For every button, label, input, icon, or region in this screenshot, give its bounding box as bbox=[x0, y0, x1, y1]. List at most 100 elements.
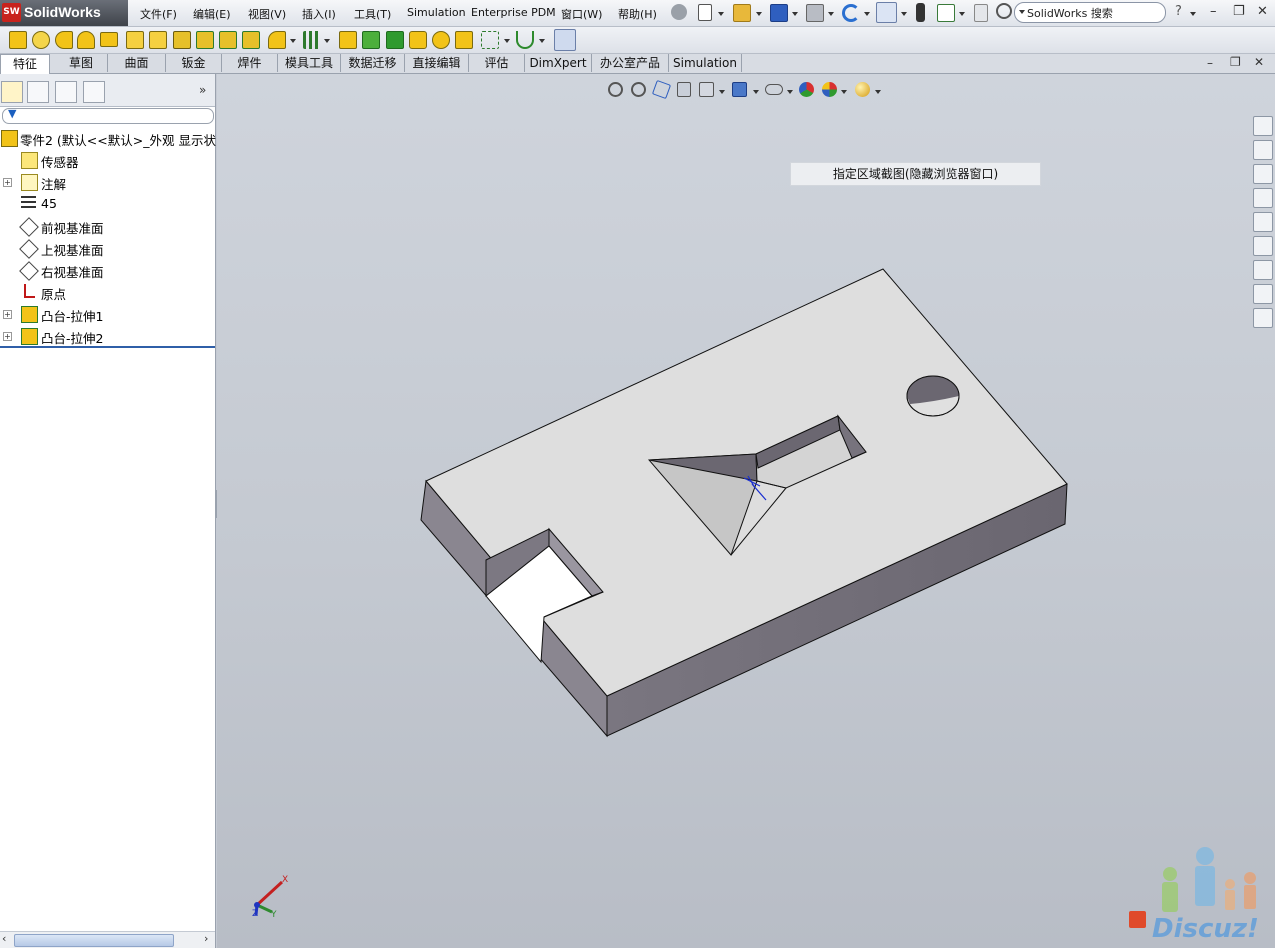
restore-document-icon[interactable]: ❐ bbox=[1230, 55, 1241, 69]
tab-features[interactable]: 特征 bbox=[0, 54, 50, 74]
hole-wizard-icon[interactable] bbox=[149, 31, 167, 49]
instant3d-icon[interactable] bbox=[554, 29, 576, 51]
open-dropdown-icon[interactable] bbox=[756, 12, 762, 16]
lofted-cut-icon[interactable] bbox=[219, 31, 237, 49]
reference-geometry-icon[interactable] bbox=[481, 31, 499, 49]
extruded-cut-icon[interactable] bbox=[126, 31, 144, 49]
help-dropdown-icon[interactable] bbox=[1190, 12, 1196, 16]
options-dropdown-icon[interactable] bbox=[959, 12, 965, 16]
property-manager-tab-icon[interactable] bbox=[27, 81, 49, 103]
menu-file[interactable]: 文件(F) bbox=[140, 6, 177, 22]
tree-item-extrude-2[interactable]: + 凸台-拉伸2 bbox=[0, 326, 215, 348]
menu-tools[interactable]: 工具(T) bbox=[354, 6, 391, 22]
wrap-icon[interactable] bbox=[409, 31, 427, 49]
restore-app-icon[interactable]: ❐ bbox=[1233, 4, 1245, 19]
menu-simulation[interactable]: Simulation bbox=[407, 6, 466, 19]
linear-pattern-icon[interactable] bbox=[303, 31, 321, 49]
tab-data-migration[interactable]: 数据迁移 bbox=[341, 54, 405, 72]
menu-help[interactable]: 帮助(H) bbox=[618, 6, 657, 22]
search-input[interactable]: SolidWorks 搜索 bbox=[1014, 2, 1166, 23]
undo-dropdown-icon[interactable] bbox=[864, 12, 870, 16]
expand-icon[interactable]: + bbox=[3, 332, 12, 341]
save-dropdown-icon[interactable] bbox=[792, 12, 798, 16]
scroll-thumb[interactable] bbox=[14, 934, 174, 947]
tab-sheet-metal[interactable]: 钣金 bbox=[166, 54, 222, 72]
swept-cut-icon[interactable] bbox=[196, 31, 214, 49]
tree-item-top-plane[interactable]: 上视基准面 bbox=[0, 238, 215, 259]
tab-dimxpert[interactable]: DimXpert bbox=[525, 54, 592, 72]
menu-edit[interactable]: 编辑(E) bbox=[193, 6, 231, 22]
print-dropdown-icon[interactable] bbox=[828, 12, 834, 16]
new-document-icon[interactable] bbox=[698, 4, 712, 21]
tree-item-front-plane[interactable]: 前视基准面 bbox=[0, 216, 215, 237]
new-dropdown-icon[interactable] bbox=[718, 12, 724, 16]
swept-boss-icon[interactable] bbox=[55, 31, 73, 49]
extruded-boss-icon[interactable] bbox=[9, 31, 27, 49]
tree-item-extrude-1[interactable]: + 凸台-拉伸1 bbox=[0, 304, 215, 324]
search-dropdown-icon[interactable] bbox=[1019, 10, 1025, 14]
lofted-boss-icon[interactable] bbox=[77, 31, 95, 49]
boundary-cut-icon[interactable] bbox=[242, 31, 260, 49]
expand-icon[interactable]: + bbox=[3, 310, 12, 319]
revolved-boss-icon[interactable] bbox=[32, 31, 50, 49]
dome-icon[interactable] bbox=[432, 31, 450, 49]
expand-icon[interactable]: + bbox=[3, 178, 12, 187]
part-model[interactable]: X Y Z Discuz! bbox=[217, 74, 1275, 948]
fillet-dropdown-icon[interactable] bbox=[290, 39, 296, 43]
select-cursor-icon[interactable] bbox=[876, 2, 897, 23]
revolved-cut-icon[interactable] bbox=[173, 31, 191, 49]
tree-item-right-plane[interactable]: 右视基准面 bbox=[0, 260, 215, 281]
menu-enterprise-pdm[interactable]: Enterprise PDM bbox=[471, 6, 556, 19]
rebuild-traffic-light-icon[interactable] bbox=[916, 3, 925, 22]
tab-weldments[interactable]: 焊件 bbox=[222, 54, 278, 72]
curves-dropdown-icon[interactable] bbox=[539, 39, 545, 43]
pin-icon[interactable] bbox=[671, 4, 687, 20]
expand-panel-icon[interactable]: » bbox=[199, 83, 206, 97]
tree-item-material[interactable]: 45 bbox=[0, 194, 215, 214]
print-icon[interactable] bbox=[806, 4, 824, 22]
tab-surfaces[interactable]: 曲面 bbox=[108, 54, 166, 72]
tree-item-origin[interactable]: 原点 bbox=[0, 282, 215, 302]
close-document-icon[interactable]: ✕ bbox=[1254, 55, 1264, 69]
pattern-dropdown-icon[interactable] bbox=[324, 39, 330, 43]
dimxpert-manager-tab-icon[interactable] bbox=[83, 81, 105, 103]
menu-insert[interactable]: 插入(I) bbox=[302, 6, 336, 22]
menu-view[interactable]: 视图(V) bbox=[248, 6, 286, 22]
minimize-document-icon[interactable]: – bbox=[1207, 56, 1213, 70]
tab-simulation[interactable]: Simulation bbox=[669, 54, 742, 72]
minimize-app-icon[interactable]: – bbox=[1210, 4, 1217, 19]
undo-icon[interactable] bbox=[842, 4, 860, 22]
search-icon[interactable] bbox=[996, 3, 1012, 19]
graphics-area[interactable]: 指定区域截图(隐藏浏览器窗口) X Y Z Discuz! bbox=[217, 74, 1275, 948]
boundary-boss-icon[interactable] bbox=[100, 32, 118, 47]
tree-filter-input[interactable]: ▼ bbox=[2, 107, 214, 124]
rib-icon[interactable] bbox=[339, 31, 357, 49]
tab-evaluate[interactable]: 评估 bbox=[469, 54, 525, 72]
tab-direct-editing[interactable]: 直接编辑 bbox=[405, 54, 469, 72]
mirror-icon[interactable] bbox=[455, 31, 473, 49]
solidworks-logo[interactable]: SW SolidWorks bbox=[0, 0, 128, 26]
select-dropdown-icon[interactable] bbox=[901, 12, 907, 16]
scroll-right-icon[interactable]: › bbox=[204, 932, 208, 945]
tree-item-sensors[interactable]: 传感器 bbox=[0, 150, 215, 170]
fillet-icon[interactable] bbox=[268, 31, 286, 49]
feature-manager-tab-icon[interactable] bbox=[1, 81, 23, 103]
shell-icon[interactable] bbox=[386, 31, 404, 49]
reference-geometry-dropdown-icon[interactable] bbox=[504, 39, 510, 43]
open-folder-icon[interactable] bbox=[733, 4, 751, 22]
options-icon[interactable] bbox=[937, 4, 955, 22]
tree-item-annotations[interactable]: + 注解 bbox=[0, 172, 215, 192]
save-icon[interactable] bbox=[770, 4, 788, 22]
tab-mold-tools[interactable]: 模具工具 bbox=[278, 54, 341, 72]
tree-horizontal-scrollbar[interactable]: ‹ › bbox=[0, 931, 215, 948]
scroll-left-icon[interactable]: ‹ bbox=[2, 932, 6, 945]
tab-sketch[interactable]: 草图 bbox=[55, 54, 108, 72]
customize-icon[interactable] bbox=[974, 4, 988, 22]
tab-office-products[interactable]: 办公室产品 bbox=[592, 54, 669, 72]
help-button[interactable]: ? bbox=[1175, 4, 1182, 19]
curves-icon[interactable] bbox=[516, 31, 534, 49]
tree-root-part[interactable]: 零件2 (默认<<默认>_外观 显示状 bbox=[0, 128, 216, 148]
menu-window[interactable]: 窗口(W) bbox=[561, 6, 602, 22]
configuration-manager-tab-icon[interactable] bbox=[55, 81, 77, 103]
draft-icon[interactable] bbox=[362, 31, 380, 49]
